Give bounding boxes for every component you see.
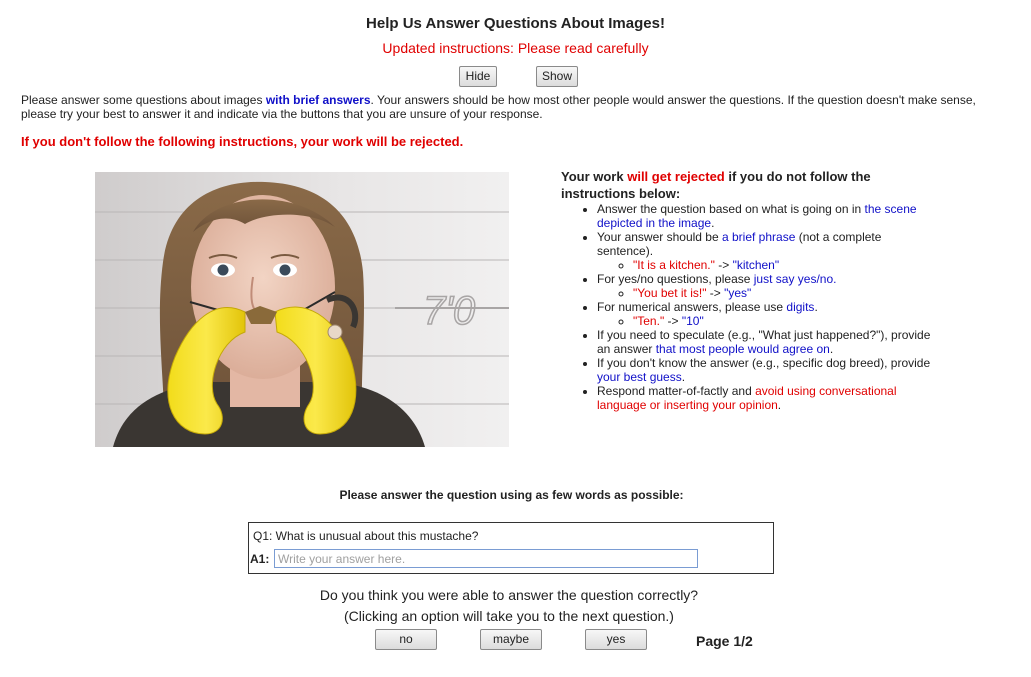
rejection-warning: If you don't follow the following instru… — [21, 134, 464, 149]
list-item: Your answer should be a brief phrase (no… — [597, 230, 931, 272]
question-label: Q1: What is unusual about this mustache? — [253, 529, 479, 543]
page-indicator: Page 1/2 — [696, 633, 753, 649]
rules-heading: Your work will get rejected if you do no… — [561, 169, 871, 201]
rules-list: Answer the question based on what is goi… — [561, 202, 931, 412]
maybe-button[interactable]: maybe — [480, 629, 542, 650]
height-marker-text: 7'0 — [423, 289, 475, 333]
answer-label: A1: — [250, 552, 270, 566]
confidence-prompt: Do you think you were able to answer the… — [0, 585, 1018, 627]
brief-answers-emphasis: with brief answers — [265, 93, 371, 107]
updated-instructions-notice: Updated instructions: Please read carefu… — [382, 40, 649, 56]
confidence-question: Do you think you were able to answer the… — [319, 587, 699, 603]
list-item: For numerical answers, please use digits… — [597, 300, 931, 328]
show-button[interactable]: Show — [536, 66, 578, 87]
page-title: Help Us Answer Questions About Images! — [366, 15, 665, 32]
example-item: "Ten." -> "10" — [633, 314, 931, 328]
list-item: If you don't know the answer (e.g., spec… — [597, 356, 931, 384]
question-image: 7'0 — [95, 172, 509, 447]
list-item: If you need to speculate (e.g., "What ju… — [597, 328, 931, 356]
example-item: "It is a kitchen." -> "kitchen" — [633, 258, 931, 272]
intro-text: Please answer some questions about image… — [21, 93, 976, 121]
confidence-hint: (Clicking an option will take you to the… — [344, 608, 674, 624]
example-item: "You bet it is!" -> "yes" — [633, 286, 931, 300]
list-item: Respond matter-of-factly and avoid using… — [597, 384, 931, 412]
hide-button[interactable]: Hide — [459, 66, 497, 87]
list-item: For yes/no questions, please just say ye… — [597, 272, 931, 300]
question-heading: Please answer the question using as few … — [339, 488, 684, 502]
list-item: Answer the question based on what is goi… — [597, 202, 931, 230]
question-box: Q1: What is unusual about this mustache?… — [248, 522, 774, 574]
no-button[interactable]: no — [375, 629, 437, 650]
yes-button[interactable]: yes — [585, 629, 647, 650]
answer-input[interactable] — [274, 549, 698, 568]
rejection-rules: Your work will get rejected if you do no… — [561, 168, 931, 412]
